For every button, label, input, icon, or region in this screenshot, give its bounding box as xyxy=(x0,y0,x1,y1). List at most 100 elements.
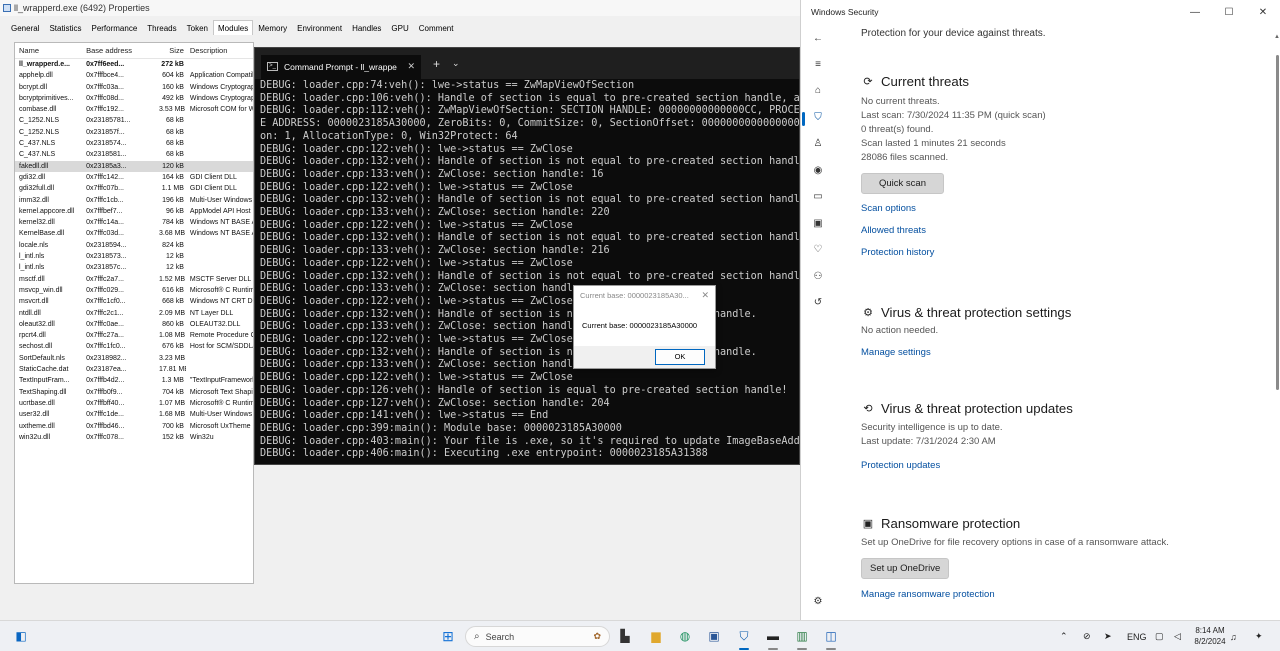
column-header[interactable]: Base address xyxy=(82,43,155,58)
store-icon[interactable]: ▣ xyxy=(703,625,725,647)
copilot-icon[interactable]: ✦ xyxy=(1255,621,1263,651)
tab-comment[interactable]: Comment xyxy=(414,20,459,35)
gear-icon[interactable]: ⚙ xyxy=(811,595,825,609)
table-row[interactable]: rpcrt4.dll 0x7fffc27a... 1.08 MB Remote Pro… xyxy=(15,330,253,341)
table-row[interactable]: apphelp.dll 0x7fffbce4... 604 kB Applicatio… xyxy=(15,70,253,81)
table-row[interactable]: ll_wrapperd.e... 0x7ff6eed... 272 kB xyxy=(15,59,253,70)
family-icon[interactable]: ⚇ xyxy=(811,270,825,284)
table-row[interactable]: C_437.NLS 0x2318581... 68 kB xyxy=(15,149,253,160)
language-indicator[interactable]: ENG xyxy=(1127,621,1147,651)
scrollbar[interactable] xyxy=(1276,55,1279,390)
history-icon[interactable]: ↺ xyxy=(811,296,825,310)
system-informer-icon[interactable]: ◫ xyxy=(820,625,842,647)
minimize-icon[interactable]: — xyxy=(1178,7,1212,18)
tab-environment[interactable]: Environment xyxy=(292,20,347,35)
table-row[interactable]: KernelBase.dll 0x7fffc03d... 3.68 MB Window… xyxy=(15,228,253,239)
manage-ransomware-link[interactable]: Manage ransomware protection xyxy=(861,584,1261,606)
tab-gpu[interactable]: GPU xyxy=(386,20,413,35)
scan-options-link[interactable]: Scan options xyxy=(861,198,1261,220)
edge-icon[interactable]: ◍ xyxy=(674,625,696,647)
tab-threads[interactable]: Threads xyxy=(142,20,181,35)
table-row[interactable]: l_intl.nls 0x2318573... 12 kB xyxy=(15,251,253,262)
table-row[interactable]: oleaut32.dll 0x7fffc0ae... 860 kB OLEAUT32.… xyxy=(15,319,253,330)
setup-onedrive-button[interactable]: Set up OneDrive xyxy=(861,558,950,579)
modules-list[interactable]: Name Base address Size Description ll_wrapp… xyxy=(14,42,254,584)
start-icon[interactable]: ⊞ xyxy=(437,625,459,647)
shield-icon[interactable]: ⛉ xyxy=(811,111,825,125)
table-row[interactable]: C_1252.NLS 0x23185781... 68 kB xyxy=(15,115,253,126)
table-row[interactable]: ntdll.dll 0x7fffc2c1... 2.09 MB NT Layer DL… xyxy=(15,308,253,319)
maximize-icon[interactable]: ☐ xyxy=(1212,7,1246,18)
cmd-tab[interactable]: >_ Command Prompt - ll_wrappe ✕ xyxy=(261,54,421,79)
chevron-down-icon[interactable]: ⌄ xyxy=(452,58,460,69)
device-security-icon[interactable]: ▣ xyxy=(811,217,825,231)
column-header[interactable]: Description xyxy=(186,43,253,58)
protection-updates-link[interactable]: Protection updates xyxy=(861,455,1261,477)
table-row[interactable]: msvcp_win.dll 0x7fffc029... 616 kB Microsof… xyxy=(15,285,253,296)
table-row[interactable]: ucrtbase.dll 0x7fffbff40... 1.07 MB Microso… xyxy=(15,398,253,409)
tab-performance[interactable]: Performance xyxy=(86,20,142,35)
menu-icon[interactable]: ≡ xyxy=(811,58,825,72)
table-row[interactable]: fakedll.dll 0x23185a3... 120 kB xyxy=(15,160,253,172)
notification-bell-icon[interactable]: ♫ xyxy=(1230,621,1237,651)
no-network-icon[interactable]: ⊘ xyxy=(1083,621,1091,651)
table-row[interactable]: StaticCache.dat 0x23187ea... 17.81 MB xyxy=(15,364,253,375)
ok-button[interactable]: OK xyxy=(655,349,705,365)
table-row[interactable]: l_intl.nls 0x231857c... 12 kB xyxy=(15,262,253,273)
new-tab-button[interactable]: + xyxy=(433,57,440,71)
scroll-up-icon[interactable]: ▲ xyxy=(1274,34,1280,40)
close-icon[interactable]: ✕ xyxy=(1246,7,1280,18)
quick-scan-button[interactable]: Quick scan xyxy=(861,173,944,194)
table-row[interactable]: user32.dll 0x7fffc1de... 1.68 MB Multi-User… xyxy=(15,409,253,420)
allowed-threats-link[interactable]: Allowed threats xyxy=(861,220,1261,242)
search-box[interactable]: ⌕ Search ✿ xyxy=(465,626,610,647)
tray-overflow-icon[interactable]: ⌃ xyxy=(1060,621,1068,651)
app-browser-icon[interactable]: ▭ xyxy=(811,190,825,204)
tab-statistics[interactable]: Statistics xyxy=(44,20,86,35)
table-row[interactable]: msctf.dll 0x7fffc2a7... 1.52 MB MSCTF Serve… xyxy=(15,274,253,285)
table-row[interactable]: bcrypt.dll 0x7fffc03a... 160 kB Windows Cry… xyxy=(15,82,253,93)
widgets-icon[interactable]: ◧ xyxy=(10,625,32,647)
table-row[interactable]: TextInputFram... 0x7fffb4d2... 1.3 MB "Text… xyxy=(15,375,253,386)
table-row[interactable]: kernel32.dll 0x7fffc14a... 784 kB Windows N… xyxy=(15,217,253,228)
console-output[interactable]: DEBUG: loader.cpp:74:veh(): lwe->status … xyxy=(255,79,799,462)
manage-settings-link[interactable]: Manage settings xyxy=(861,342,1261,364)
back-arrow-icon[interactable]: ← xyxy=(811,32,825,46)
table-row[interactable]: C_1252.NLS 0x231857f... 68 kB xyxy=(15,127,253,138)
table-row[interactable]: TextShaping.dll 0x7fffb0f9... 704 kB Micros… xyxy=(15,387,253,398)
network-icon[interactable]: ◉ xyxy=(811,164,825,178)
close-icon[interactable]: ✕ xyxy=(701,290,709,301)
table-row[interactable]: uxtheme.dll 0x7fffbd46... 700 kB Microsoft … xyxy=(15,421,253,432)
table-row[interactable]: gdi32full.dll 0x7fffc07b... 1.1 MB GDI Clie… xyxy=(15,183,253,194)
tab-general[interactable]: General xyxy=(6,20,44,35)
task-view-icon[interactable]: ▙ xyxy=(614,625,636,647)
terminal-icon[interactable]: ▬ xyxy=(762,625,784,647)
home-icon[interactable]: ⌂ xyxy=(811,84,825,98)
health-icon[interactable]: ♡ xyxy=(811,243,825,257)
table-row[interactable]: locale.nls 0x2318594... 824 kB xyxy=(15,240,253,251)
column-header[interactable]: Name xyxy=(15,43,82,58)
table-row[interactable]: SortDefault.nls 0x2318982... 3.23 MB xyxy=(15,353,253,364)
protection-history-link[interactable]: Protection history xyxy=(861,242,1261,264)
clock[interactable]: 8:14 AM 8/2/2024 xyxy=(1190,625,1230,647)
file-explorer-icon[interactable]: ▆ xyxy=(645,625,667,647)
command-prompt-window[interactable]: >_ Command Prompt - ll_wrappe ✕ + ⌄ DEBU… xyxy=(254,47,800,465)
table-row[interactable]: C_437.NLS 0x2318574... 68 kB xyxy=(15,138,253,149)
table-row[interactable]: sechost.dll 0x7fffc1fc0... 676 kB Host for … xyxy=(15,341,253,352)
column-header[interactable]: Size xyxy=(155,43,186,58)
close-tab-icon[interactable]: ✕ xyxy=(407,61,415,72)
table-row[interactable]: kernel.appcore.dll 0x7fffbef7... 96 kB AppM… xyxy=(15,206,253,217)
tab-token[interactable]: Token xyxy=(182,20,213,35)
table-row[interactable]: gdi32.dll 0x7fffc142... 164 kB GDI Client D… xyxy=(15,172,253,183)
windows-security-icon[interactable]: ⛉ xyxy=(733,625,755,647)
tab-handles[interactable]: Handles xyxy=(347,20,386,35)
tab-memory[interactable]: Memory xyxy=(253,20,292,35)
table-row[interactable]: imm32.dll 0x7fffc1cb... 196 kB Multi-User W… xyxy=(15,195,253,206)
tab-modules[interactable]: Modules xyxy=(213,20,254,35)
table-row[interactable]: win32u.dll 0x7fffc078... 152 kB Win32u xyxy=(15,432,253,443)
display-icon[interactable]: ▢ xyxy=(1155,621,1164,651)
account-icon[interactable]: ♙ xyxy=(811,137,825,151)
table-row[interactable]: combase.dll 0x7fffc192... 3.53 MB Microsoft… xyxy=(15,104,253,115)
task-manager-icon[interactable]: ▥ xyxy=(791,625,813,647)
table-row[interactable]: msvcrt.dll 0x7fffc1cf0... 668 kB Windows NT… xyxy=(15,296,253,307)
